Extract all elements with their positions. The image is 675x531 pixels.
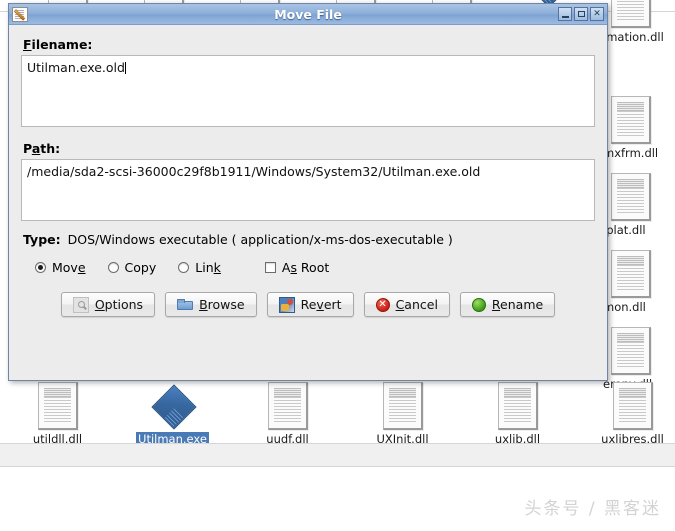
checkbox-as-root[interactable] bbox=[264, 262, 276, 273]
option-label-move: Move bbox=[52, 260, 86, 275]
option-label-as-root: As Root bbox=[281, 260, 330, 275]
minimize-button[interactable] bbox=[558, 7, 572, 21]
path-label-mnemonic: a bbox=[31, 141, 41, 156]
options-button-label: Options bbox=[94, 297, 144, 312]
revert-icon bbox=[278, 296, 295, 313]
watermark: 头条号 / 黑客迷 bbox=[524, 499, 661, 519]
option-link[interactable]: Link bbox=[178, 260, 221, 275]
file-item[interactable]: utildll.dll bbox=[0, 382, 115, 447]
window-controls[interactable]: ✕ bbox=[558, 7, 607, 21]
dialog-titlebar[interactable]: Move File ✕ bbox=[9, 4, 607, 25]
filename-input[interactable]: Utilman.exe.old bbox=[21, 55, 595, 127]
file-label: mxfrm.dll bbox=[603, 146, 659, 160]
icon-view-separator bbox=[0, 466, 675, 467]
filename-label-rest: ilename: bbox=[31, 37, 93, 52]
text-caret bbox=[124, 62, 126, 74]
file-item[interactable]: uudf.dll bbox=[230, 382, 345, 447]
diamond-icon bbox=[150, 384, 197, 430]
document-icon bbox=[611, 96, 651, 144]
radio-link[interactable] bbox=[178, 262, 190, 273]
document-icon bbox=[611, 327, 651, 375]
option-as-root[interactable]: As Root bbox=[264, 260, 330, 275]
maximize-button[interactable] bbox=[574, 7, 588, 21]
option-label-link: Link bbox=[195, 260, 221, 275]
path-label: Path: bbox=[23, 141, 595, 156]
revert-button[interactable]: Revert bbox=[266, 292, 354, 317]
option-mnemonic-as-root: s bbox=[290, 260, 297, 275]
browse-button-label: Browse bbox=[199, 297, 245, 312]
option-copy[interactable]: Copy bbox=[107, 260, 157, 275]
filename-label-mnemonic: F bbox=[23, 37, 32, 52]
file-label: mon.dll bbox=[603, 300, 646, 314]
folder-icon bbox=[177, 297, 194, 313]
cancel-button[interactable]: ✕ Cancel bbox=[363, 292, 450, 317]
revert-button-mnemonic: v bbox=[316, 297, 324, 312]
dialog-title: Move File bbox=[274, 6, 342, 22]
file-item[interactable]: UXInit.dll bbox=[345, 382, 460, 447]
file-item[interactable]: uxlib.dll bbox=[460, 382, 575, 447]
path-input[interactable]: /media/sda2-scsi-36000c29f8b1911/Windows… bbox=[21, 159, 595, 221]
type-row: Type: DOS/Windows executable ( applicati… bbox=[23, 232, 595, 247]
option-mnemonic-move: e bbox=[77, 260, 86, 275]
radio-copy[interactable] bbox=[107, 262, 119, 273]
file-item[interactable]: Utilman.exe bbox=[115, 382, 230, 447]
file-item[interactable]: iplat.dll bbox=[601, 173, 675, 238]
document-pencil-icon bbox=[12, 6, 28, 22]
dialog-body: Filename: Utilman.exe.old Path: /media/s… bbox=[9, 25, 607, 317]
revert-button-label: Revert bbox=[300, 297, 342, 312]
cancel-icon: ✕ bbox=[375, 297, 390, 312]
file-item[interactable]: mon.dll bbox=[601, 250, 675, 315]
filename-value: Utilman.exe.old bbox=[27, 60, 125, 75]
rename-button[interactable]: Rename bbox=[459, 292, 556, 317]
options-button-mnemonic: O bbox=[94, 297, 105, 312]
transfer-mode-options[interactable]: Move Copy Link As Root bbox=[35, 260, 595, 275]
document-icon bbox=[611, 250, 651, 298]
document-icon bbox=[37, 382, 78, 430]
browse-button[interactable]: Browse bbox=[165, 292, 257, 317]
icon-view-band bbox=[0, 444, 675, 466]
filename-label: Filename: bbox=[23, 37, 595, 52]
file-item[interactable]: mxfrm.dll bbox=[601, 96, 675, 161]
option-mnemonic-link: k bbox=[213, 260, 221, 275]
rename-button-label: Rename bbox=[491, 297, 544, 312]
options-button[interactable]: Options bbox=[60, 292, 156, 317]
options-icon bbox=[72, 296, 89, 313]
path-label-rest: th: bbox=[40, 141, 61, 156]
dialog-button-row[interactable]: Options Browse Revert ✕ Cancel Rename bbox=[21, 292, 595, 317]
option-move[interactable]: Move bbox=[35, 260, 86, 275]
document-icon bbox=[612, 382, 653, 430]
document-icon bbox=[611, 0, 651, 28]
document-icon bbox=[267, 382, 308, 430]
type-value: DOS/Windows executable ( application/x-m… bbox=[67, 232, 453, 247]
move-file-dialog[interactable]: Move File ✕ Filename: Utilman.exe.old Pa… bbox=[8, 3, 608, 381]
cancel-button-mnemonic: C bbox=[395, 297, 405, 312]
path-value: /media/sda2-scsi-36000c29f8b1911/Windows… bbox=[27, 164, 481, 179]
file-item[interactable]: uxlibres.dll bbox=[575, 382, 675, 447]
document-icon bbox=[497, 382, 538, 430]
document-icon bbox=[611, 173, 651, 221]
path-label-pre: P bbox=[23, 141, 32, 156]
browse-button-mnemonic: B bbox=[199, 297, 208, 312]
file-label: imation.dll bbox=[603, 30, 664, 44]
cancel-button-label: Cancel bbox=[395, 297, 438, 312]
rename-button-mnemonic: R bbox=[491, 297, 501, 312]
file-item[interactable]: imation.dll bbox=[601, 0, 675, 45]
rename-icon bbox=[471, 297, 486, 312]
close-button[interactable]: ✕ bbox=[590, 7, 604, 21]
option-label-copy: Copy bbox=[124, 260, 157, 275]
document-icon bbox=[382, 382, 423, 430]
type-label: Type: bbox=[23, 232, 61, 247]
radio-move[interactable] bbox=[35, 262, 46, 273]
